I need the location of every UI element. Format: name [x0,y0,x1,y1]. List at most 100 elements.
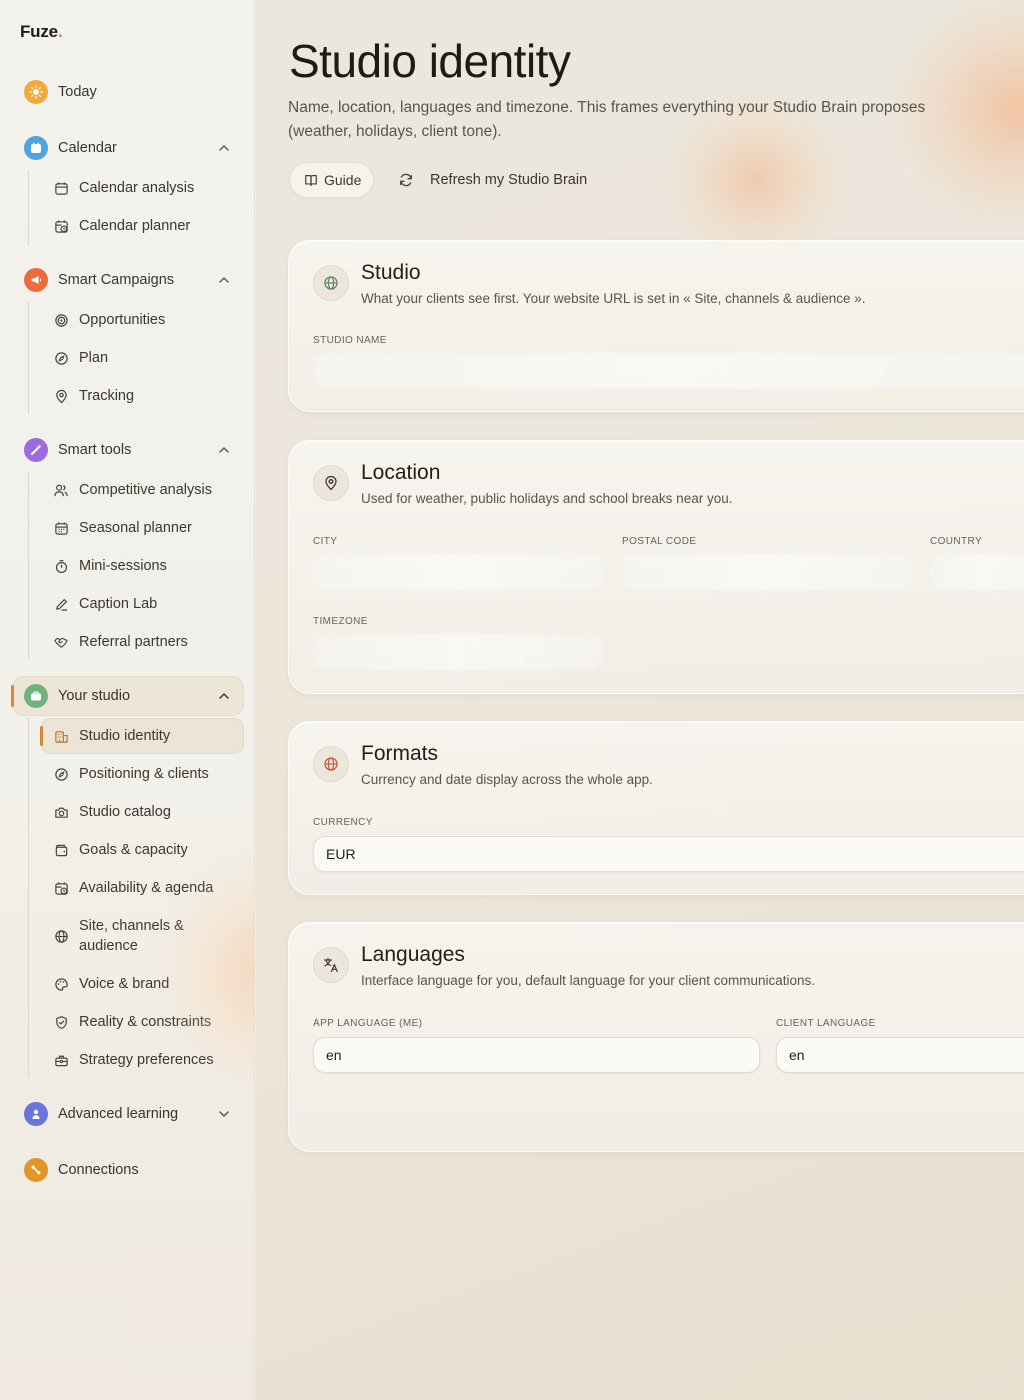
nav-goals-capacity[interactable]: Goals & capacity [41,832,244,868]
currency-select[interactable]: EUR [313,836,1024,872]
card-studio-desc: What your clients see first. Your websit… [361,291,866,306]
nav-goals-capacity-label: Goals & capacity [79,842,188,858]
app-logo[interactable]: Fuze. [20,22,63,42]
nav-caption-lab-label: Caption Lab [79,596,158,612]
users-icon [53,482,69,498]
translate-icon [313,947,349,983]
nav-voice-brand[interactable]: Voice & brand [41,966,244,1002]
nav-seasonal-planner[interactable]: Seasonal planner [41,510,244,546]
timezone-field[interactable] [313,634,603,670]
nav-studio-identity[interactable]: Studio identity [40,718,244,754]
nav-calendar-planner[interactable]: Calendar planner [41,208,244,244]
toolbox-icon [53,1052,69,1068]
nav-reality-constraints[interactable]: Reality & constraints [41,1004,244,1040]
app-language-select[interactable]: en [313,1037,760,1073]
refresh-button-label: Refresh my Studio Brain [430,172,588,188]
pencil-icon [53,596,69,612]
nav-calendar-planner-label: Calendar planner [79,218,191,234]
nav-referral-partners[interactable]: Referral partners [41,624,244,660]
city-field[interactable] [313,554,603,590]
calendar-clock-icon [53,880,69,896]
card-studio-title: Studio [361,261,421,284]
briefcase-icon [24,684,48,708]
nav-reality-constraints-label: Reality & constraints [79,1014,212,1030]
palette-icon [53,976,69,992]
nav-positioning-clients[interactable]: Positioning & clients [41,756,244,792]
wand-icon [24,438,48,462]
page-title: Studio identity [289,35,571,87]
graduation-icon [24,1102,48,1126]
nav-today-label: Today [58,84,97,100]
target-icon [53,312,69,328]
nav-strategy-preferences-label: Strategy preferences [79,1052,214,1068]
chevron-up-icon[interactable] [216,688,232,704]
city-label: City [313,536,338,547]
nav-competitive-analysis-label: Competitive analysis [79,482,212,498]
nav-strategy-preferences[interactable]: Strategy preferences [41,1042,244,1078]
nav-mini-sessions[interactable]: Mini-sessions [41,548,244,584]
nav-availability-agenda[interactable]: Availability & agenda [41,870,244,906]
nav-your-studio[interactable]: Your studio [11,676,244,716]
nav-calendar-analysis-label: Calendar analysis [79,180,195,196]
chevron-up-icon[interactable] [216,272,232,288]
group-line [28,718,29,1078]
group-line [28,302,29,414]
card-location-title: Location [361,461,441,484]
nav-tracking[interactable]: Tracking [41,378,244,414]
nav-plan-label: Plan [79,350,109,366]
card-studio: Studio What your clients see first. Your… [288,240,1024,412]
card-location-desc: Used for weather, public holidays and sc… [361,491,733,506]
refresh-icon [398,172,414,188]
nav-site-channels-audience[interactable]: Site, channels & audience [41,912,244,960]
refresh-studio-brain-button[interactable]: Refresh my Studio Brain [398,162,587,198]
nav-studio-identity-label: Studio identity [79,728,171,744]
country-field[interactable] [930,554,1024,590]
map-pin-icon [53,388,69,404]
postal-code-field[interactable] [622,554,912,590]
calendar-grid-icon [53,520,69,536]
nav-caption-lab[interactable]: Caption Lab [41,586,244,622]
client-language-label: Client language [776,1018,876,1029]
studio-name-label: Studio name [313,335,387,346]
guide-button[interactable]: Guide [289,162,374,198]
main-content: Studio identity Name, location, language… [256,0,1024,1400]
studio-name-field[interactable] [313,353,1024,389]
app-language-label: App language (me) [313,1018,423,1029]
guide-button-label: Guide [324,172,362,188]
nav-smart-campaigns[interactable]: Smart Campaigns [12,260,244,300]
nav-advanced-learning-label: Advanced learning [58,1106,179,1122]
calendar-small-icon [53,180,69,196]
nav-calendar-analysis[interactable]: Calendar analysis [41,170,244,206]
map-pin-icon [313,465,349,501]
nav-studio-catalog[interactable]: Studio catalog [41,794,244,830]
nav-opportunities[interactable]: Opportunities [41,302,244,338]
nav-connections[interactable]: Connections [12,1150,244,1190]
nav-your-studio-label: Your studio [58,688,131,704]
camera-icon [53,804,69,820]
nav-studio-catalog-label: Studio catalog [79,804,171,820]
nav-smart-tools[interactable]: Smart tools [12,430,244,470]
card-formats-title: Formats [361,742,439,765]
nav-mini-sessions-label: Mini-sessions [79,558,167,574]
nav-today[interactable]: Today [12,72,244,112]
wallet-icon [53,842,69,858]
compass-icon [53,766,69,782]
client-language-select[interactable]: en [776,1037,1024,1073]
nav-calendar[interactable]: Calendar [12,128,244,168]
chevron-up-icon[interactable] [216,442,232,458]
chevron-down-icon[interactable] [216,1106,232,1122]
nav-competitive-analysis[interactable]: Competitive analysis [41,472,244,508]
megaphone-icon [24,268,48,292]
timezone-label: Timezone [313,616,368,627]
nav-advanced-learning[interactable]: Advanced learning [12,1094,244,1134]
nav-smart-campaigns-label: Smart Campaigns [58,272,175,288]
globe-icon [313,265,349,301]
building-icon [53,728,69,744]
chevron-up-icon[interactable] [216,140,232,156]
nav-referral-partners-label: Referral partners [79,634,188,650]
nav-plan[interactable]: Plan [41,340,244,376]
country-label: Country [930,536,983,547]
page-subtitle: Name, location, languages and timezone. … [288,99,926,140]
globe-icon [53,928,69,944]
nav-opportunities-label: Opportunities [79,312,166,328]
